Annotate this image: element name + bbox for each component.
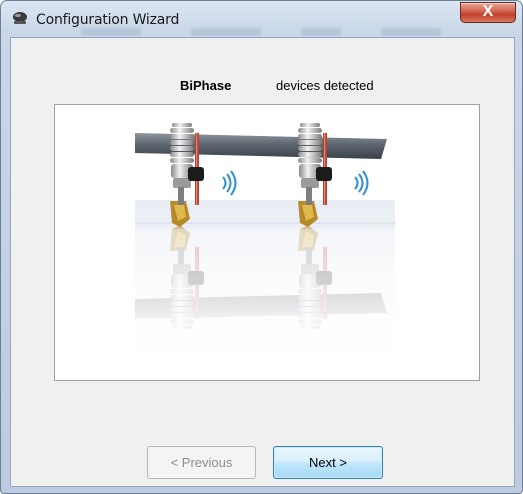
window-title: Configuration Wizard: [36, 12, 180, 28]
titlebar-reflection: [381, 28, 441, 36]
next-button[interactable]: Next >: [273, 446, 383, 479]
wizard-window: Configuration Wizard X BiPhase devices d…: [0, 0, 523, 494]
close-button[interactable]: X: [460, 2, 516, 23]
titlebar-reflection: [81, 28, 141, 36]
titlebar-reflection: [191, 28, 261, 36]
title-bar[interactable]: Configuration Wizard X: [1, 1, 522, 37]
titlebar-reflection: [301, 28, 341, 36]
close-icon: X: [482, 3, 494, 20]
detection-status: devices detected: [276, 78, 374, 93]
wireless-signal-icon: [354, 170, 369, 196]
device-type-label: BiPhase: [180, 78, 232, 93]
wireless-signal-icon: [222, 170, 237, 196]
devices-image-panel: [54, 104, 480, 381]
fault-indicators-illustration: [135, 123, 395, 380]
wizard-app-icon: [13, 12, 27, 24]
detection-heading: BiPhase devices detected: [11, 78, 514, 98]
previous-button[interactable]: < Previous: [147, 446, 256, 479]
wizard-page: BiPhase devices detected < Previous Next…: [10, 37, 515, 487]
